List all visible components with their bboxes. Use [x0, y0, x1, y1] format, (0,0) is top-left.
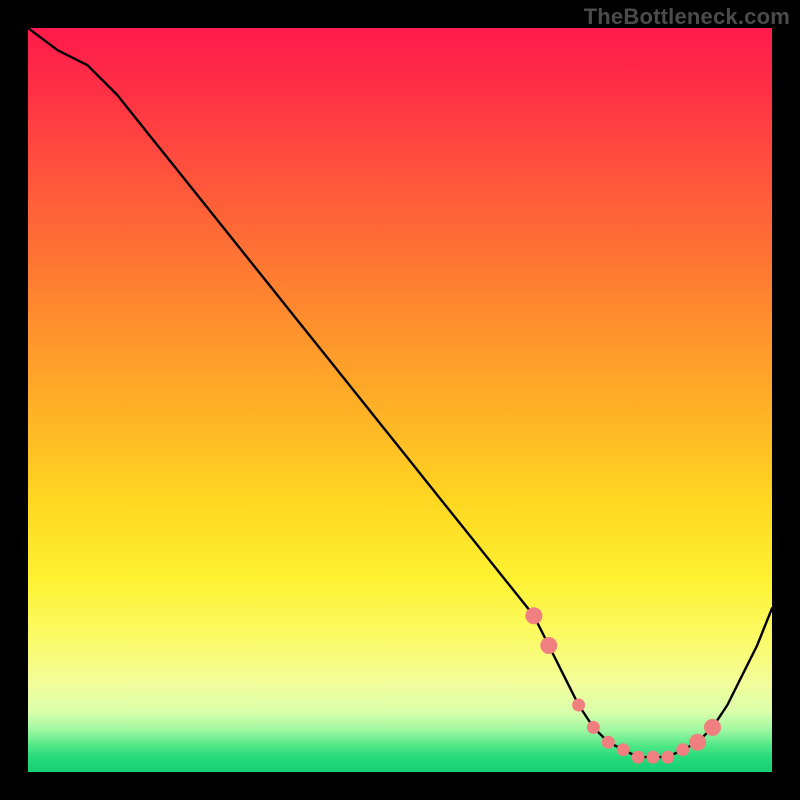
plot-area — [28, 28, 772, 772]
optimum-dots-group — [525, 607, 721, 763]
chart-frame: TheBottleneck.com — [0, 0, 800, 800]
watermark-text: TheBottleneck.com — [584, 4, 790, 30]
optimum-dot — [632, 751, 645, 764]
optimum-dot — [647, 751, 660, 764]
optimum-dot — [572, 699, 585, 712]
optimum-dot — [704, 719, 721, 736]
optimum-dot — [602, 736, 615, 749]
optimum-dot — [540, 637, 557, 654]
optimum-dot — [689, 734, 706, 751]
optimum-dot — [617, 743, 630, 756]
dots-layer — [28, 28, 772, 772]
optimum-dot — [525, 607, 542, 624]
optimum-dot — [661, 751, 674, 764]
optimum-dot — [676, 743, 689, 756]
optimum-dot — [587, 721, 600, 734]
